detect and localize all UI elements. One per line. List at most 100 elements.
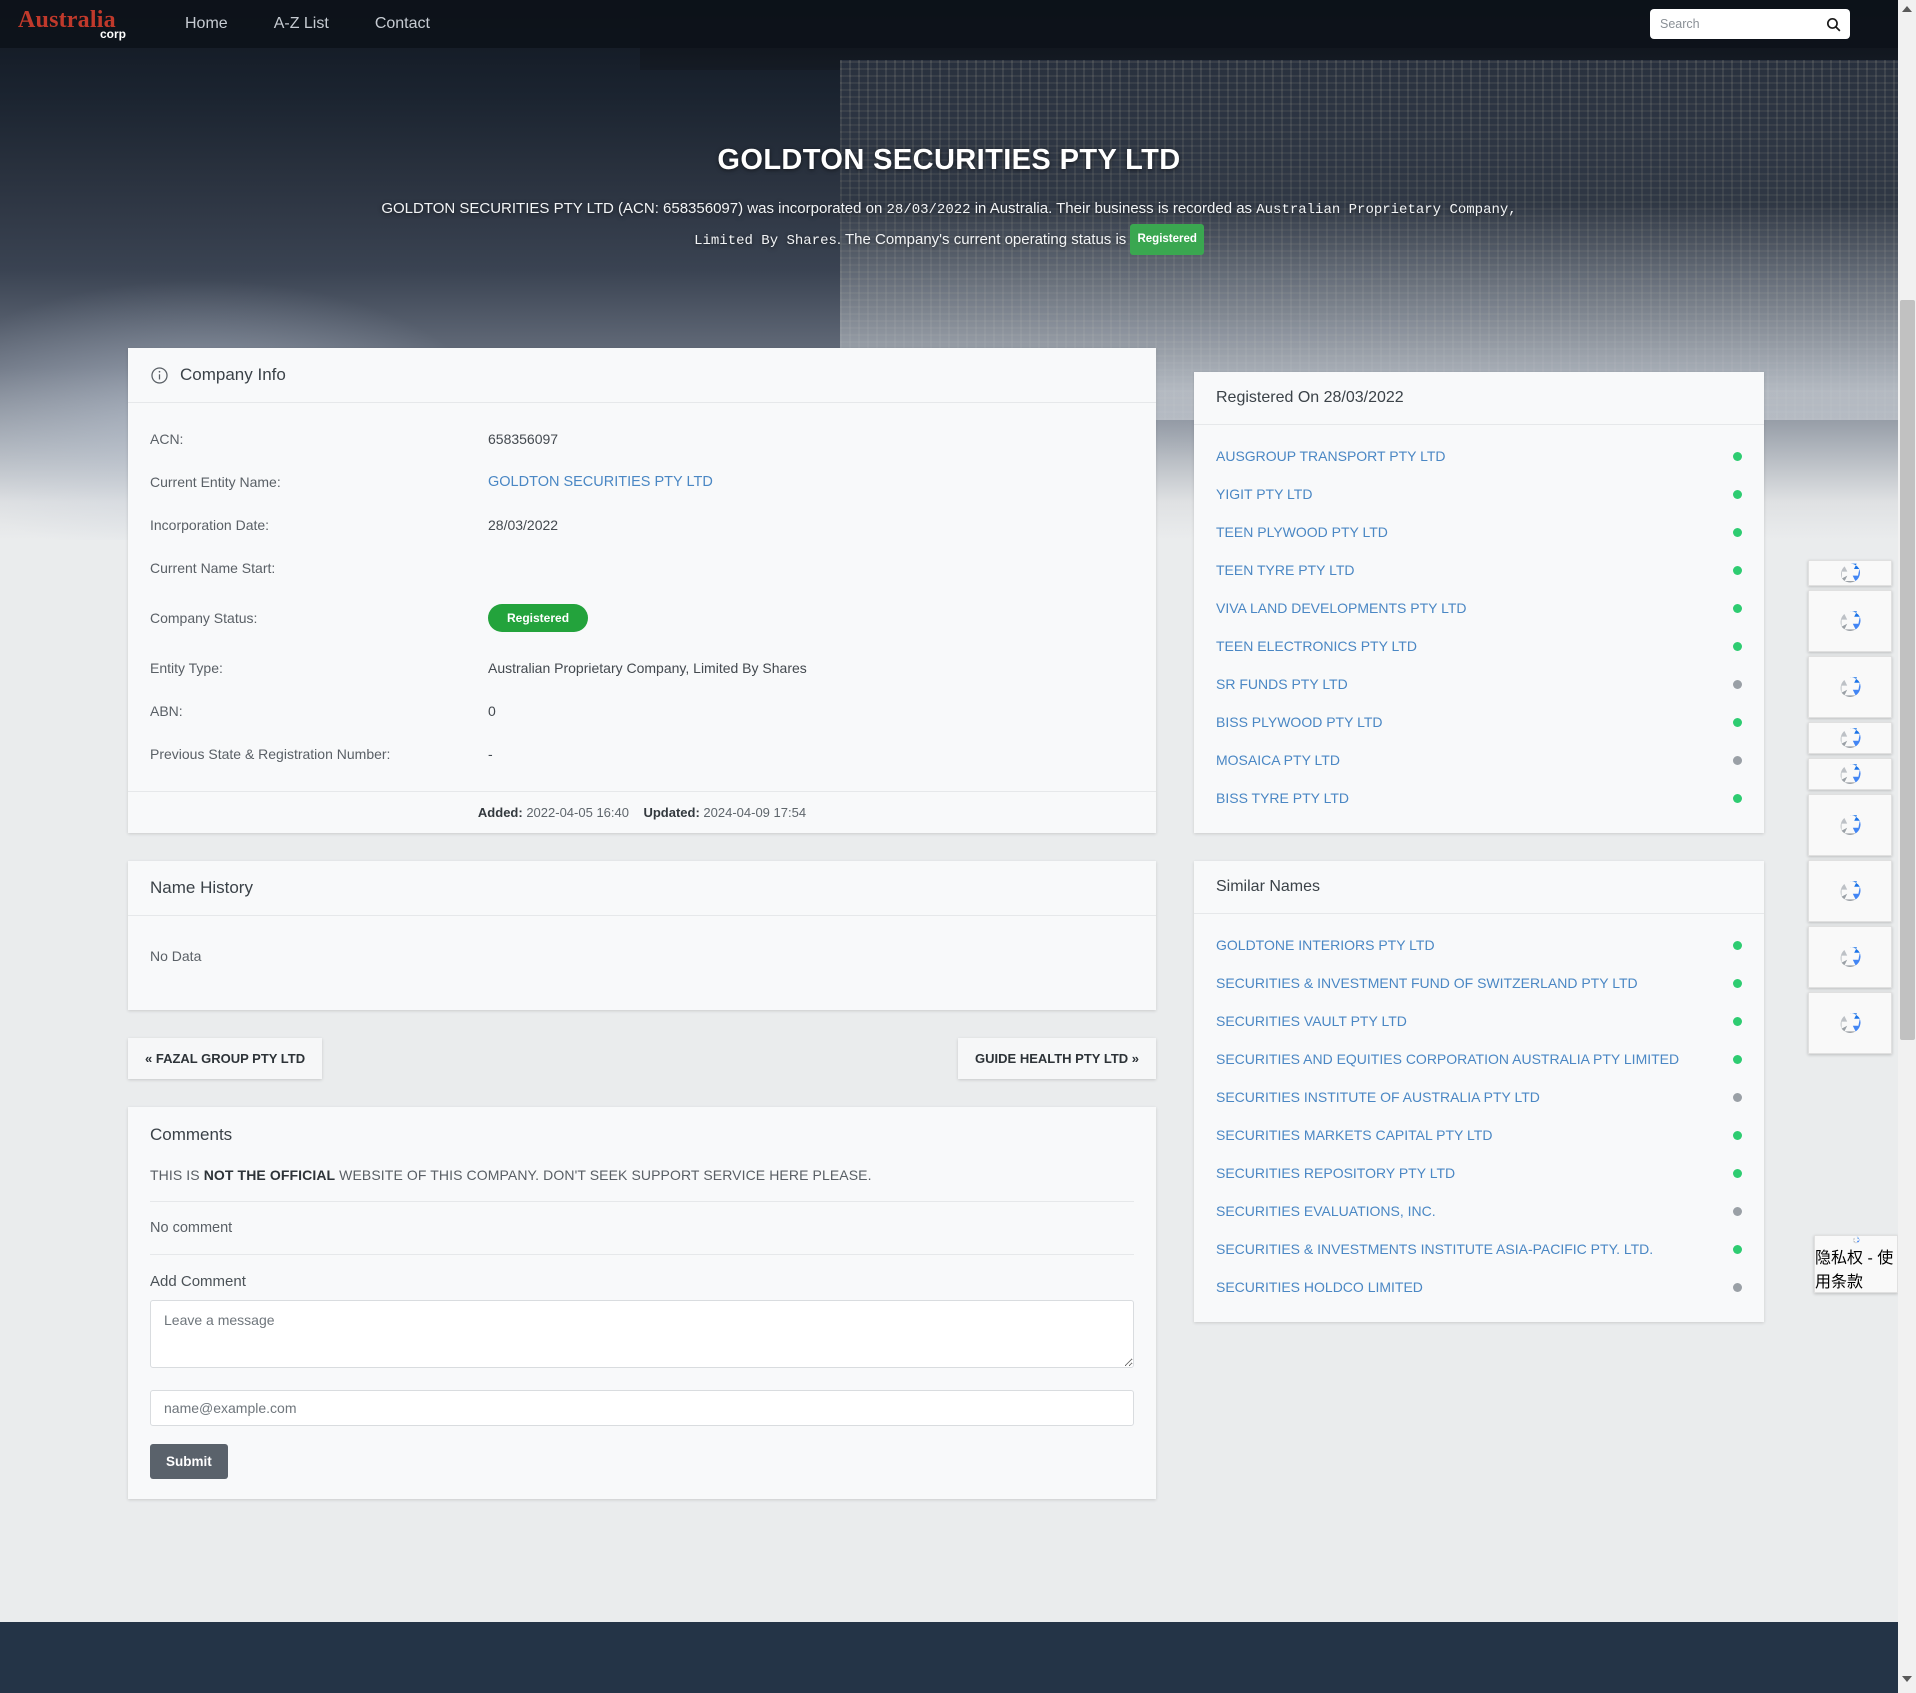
status-dot-active-icon	[1733, 978, 1742, 988]
top-navbar: Australia corp Home A-Z List Contact	[0, 0, 1898, 48]
scroll-up-arrow-icon[interactable]	[1902, 6, 1912, 12]
info-row-company-status: Company Status: Registered	[150, 589, 1134, 646]
nav-item-home[interactable]: Home	[162, 15, 251, 33]
registered-company-item: BISS TYRE PTY LTD	[1216, 779, 1742, 817]
nav-item-az-list[interactable]: A-Z List	[251, 15, 352, 33]
disclaimer-pre: THIS IS	[150, 1167, 204, 1183]
page-title: GOLDTON SECURITIES PTY LTD	[717, 144, 1181, 176]
registered-company-link[interactable]: VIVA LAND DEVELOPMENTS PTY LTD	[1216, 600, 1727, 616]
registered-company-item: BISS PLYWOOD PTY LTD	[1216, 703, 1742, 741]
nav-item-contact[interactable]: Contact	[352, 15, 453, 33]
sidebar-column: Registered On 28/03/2022 AUSGROUP TRANSP…	[1194, 372, 1764, 1350]
registered-company-link[interactable]: MOSAICA PTY LTD	[1216, 752, 1727, 768]
status-dot-active-icon	[1733, 793, 1742, 803]
value-incorporation-date: 28/03/2022	[488, 516, 559, 533]
info-row-current-name-start: Current Name Start:	[150, 546, 1134, 589]
scroll-down-arrow-icon[interactable]	[1902, 1676, 1912, 1682]
similar-company-link[interactable]: SECURITIES HOLDCO LIMITED	[1216, 1279, 1727, 1295]
similar-company-link[interactable]: SECURITIES INSTITUTE OF AUSTRALIA PTY LT…	[1216, 1089, 1727, 1105]
registered-on-header: Registered On 28/03/2022	[1194, 372, 1764, 425]
similar-company-item: SECURITIES MARKETS CAPITAL PTY LTD	[1216, 1116, 1742, 1154]
status-dot-inactive-icon	[1733, 1092, 1742, 1102]
registered-company-item: SR FUNDS PTY LTD	[1216, 665, 1742, 703]
name-history-body: No Data	[128, 916, 1156, 1010]
submit-comment-button[interactable]: Submit	[150, 1444, 228, 1479]
disclaimer-strong: NOT THE OFFICIAL	[203, 1167, 336, 1183]
vertical-scrollbar[interactable]	[1898, 0, 1916, 1693]
status-dot-active-icon	[1733, 1168, 1742, 1178]
similar-company-item: GOLDTONE INTERIORS PTY LTD	[1216, 926, 1742, 964]
recaptcha-icon	[1840, 677, 1861, 697]
search-icon[interactable]	[1825, 16, 1842, 33]
similar-company-item: SECURITIES INSTITUTE OF AUSTRALIA PTY LT…	[1216, 1078, 1742, 1116]
updated-label: Updated:	[643, 805, 700, 820]
value-previous-state: -	[488, 745, 493, 762]
similar-company-link[interactable]: SECURITIES REPOSITORY PTY LTD	[1216, 1165, 1727, 1181]
status-dot-active-icon	[1733, 1244, 1742, 1254]
similar-company-link[interactable]: SECURITIES & INVESTMENTS INSTITUTE ASIA-…	[1216, 1241, 1727, 1257]
recaptcha-badge-stack	[1808, 560, 1898, 1058]
comment-email-input[interactable]	[150, 1390, 1134, 1426]
label-incorporation-date: Incorporation Date:	[150, 516, 270, 533]
status-dot-active-icon	[1733, 1130, 1742, 1140]
similar-company-link[interactable]: SECURITIES VAULT PTY LTD	[1216, 1013, 1727, 1029]
registered-company-link[interactable]: BISS TYRE PTY LTD	[1216, 790, 1727, 806]
registered-company-link[interactable]: TEEN ELECTRONICS PTY LTD	[1216, 638, 1727, 654]
registered-on-list: AUSGROUP TRANSPORT PTY LTD YIGIT PTY LTD T…	[1194, 425, 1764, 833]
recaptcha-terms-text: 隐私权 - 使用条款	[1815, 1250, 1894, 1291]
add-comment-label: Add Comment	[150, 1254, 1134, 1300]
current-entity-name-link[interactable]: GOLDTON SECURITIES PTY LTD	[488, 474, 713, 490]
recaptcha-badge[interactable]	[1808, 722, 1892, 754]
comment-message-input[interactable]	[150, 1300, 1134, 1368]
label-company-status: Company Status:	[150, 609, 258, 626]
recaptcha-badge[interactable]	[1808, 656, 1892, 718]
recaptcha-badge[interactable]: 隐私权 - 使用条款	[1814, 1235, 1898, 1293]
similar-company-link[interactable]: SECURITIES AND EQUITIES CORPORATION AUST…	[1216, 1051, 1727, 1067]
search-box[interactable]	[1650, 9, 1850, 39]
recaptcha-badge[interactable]	[1808, 794, 1892, 856]
recaptcha-icon	[1840, 611, 1861, 631]
search-input[interactable]	[1658, 16, 1825, 32]
page-subtitle: GOLDTON SECURITIES PTY LTD (ACN: 6583560…	[369, 195, 1529, 255]
recaptcha-badge[interactable]	[1808, 992, 1892, 1054]
similar-company-link[interactable]: SECURITIES MARKETS CAPITAL PTY LTD	[1216, 1127, 1727, 1143]
similar-names-card: Similar Names GOLDTONE INTERIORS PTY LTD…	[1194, 861, 1764, 1322]
recaptcha-badge[interactable]	[1808, 860, 1892, 922]
recaptcha-badge[interactable]	[1808, 590, 1892, 652]
registered-company-link[interactable]: AUSGROUP TRANSPORT PTY LTD	[1216, 448, 1727, 464]
status-dot-active-icon	[1733, 565, 1742, 575]
comments-empty-state: No comment	[150, 1201, 1134, 1254]
similar-company-link[interactable]: SECURITIES & INVESTMENT FUND OF SWITZERL…	[1216, 975, 1727, 991]
subtitle-part-1: GOLDTON SECURITIES PTY LTD (ACN: 6583560…	[381, 200, 887, 217]
recaptcha-badge[interactable]	[1808, 758, 1892, 790]
registered-company-link[interactable]: TEEN TYRE PTY LTD	[1216, 562, 1727, 578]
similar-company-link[interactable]: GOLDTONE INTERIORS PTY LTD	[1216, 937, 1727, 953]
previous-company-button[interactable]: « FAZAL GROUP PTY LTD	[128, 1038, 323, 1079]
site-logo[interactable]: Australia corp	[18, 8, 126, 40]
scrollbar-thumb[interactable]	[1900, 300, 1915, 1040]
info-row-previous-state: Previous State & Registration Number: -	[150, 732, 1134, 775]
recaptcha-icon	[1840, 881, 1861, 901]
similar-company-item: SECURITIES EVALUATIONS, INC.	[1216, 1192, 1742, 1230]
next-company-button[interactable]: GUIDE HEALTH PTY LTD »	[958, 1038, 1156, 1079]
registered-company-link[interactable]: BISS PLYWOOD PTY LTD	[1216, 714, 1727, 730]
recaptcha-badge[interactable]	[1808, 560, 1892, 586]
hero-status-badge: Registered	[1130, 224, 1204, 255]
subtitle-part-3: . The Company's current operating status…	[836, 231, 1131, 248]
similar-company-link[interactable]: SECURITIES EVALUATIONS, INC.	[1216, 1203, 1727, 1219]
site-footer	[0, 1622, 1898, 1693]
recaptcha-icon	[1840, 815, 1861, 835]
updated-value: 2024-04-09 17:54	[703, 805, 807, 820]
registered-company-link[interactable]: TEEN PLYWOOD PTY LTD	[1216, 524, 1727, 540]
label-current-name-start: Current Name Start:	[150, 559, 276, 576]
recaptcha-badge[interactable]	[1808, 926, 1892, 988]
comments-title: Comments	[150, 1125, 233, 1144]
similar-company-item: SECURITIES VAULT PTY LTD	[1216, 1002, 1742, 1040]
registered-company-link[interactable]: YIGIT PTY LTD	[1216, 486, 1727, 502]
label-current-entity-name: Current Entity Name:	[150, 473, 281, 490]
registered-company-link[interactable]: SR FUNDS PTY LTD	[1216, 676, 1727, 692]
value-abn: 0	[488, 702, 496, 719]
registered-company-item: YIGIT PTY LTD	[1216, 475, 1742, 513]
similar-company-item: SECURITIES REPOSITORY PTY LTD	[1216, 1154, 1742, 1192]
status-dot-active-icon	[1733, 1054, 1742, 1064]
